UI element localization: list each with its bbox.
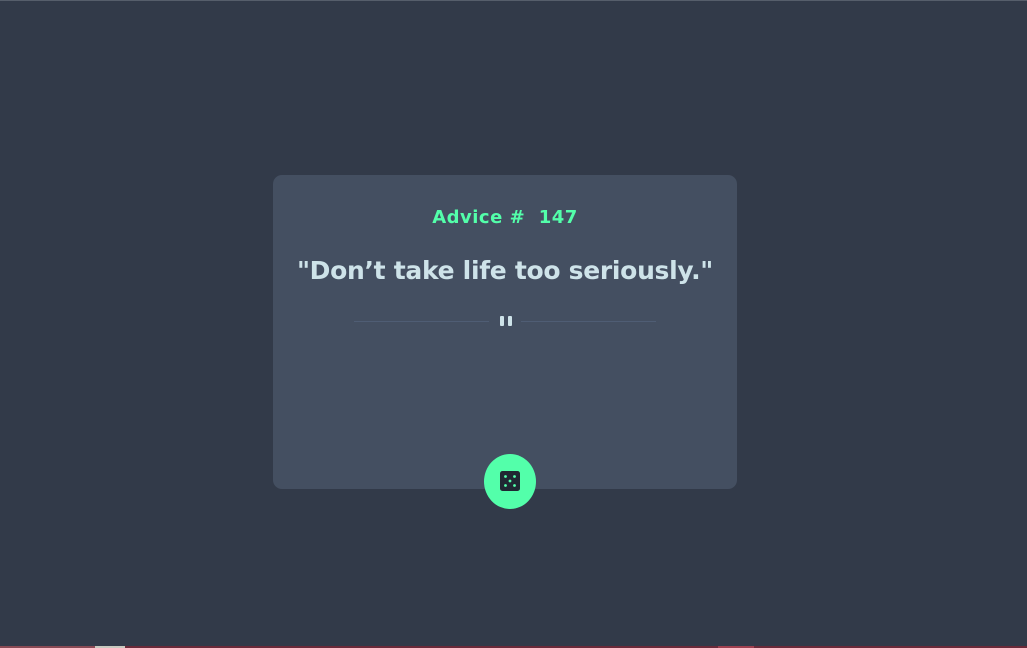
- pattern-divider: [354, 315, 656, 329]
- advice-card: Advice # 147 "Don’t take life too seriou…: [273, 175, 737, 489]
- generate-advice-button[interactable]: [484, 454, 536, 509]
- divider-line-right: [521, 321, 656, 322]
- pause-icon: [499, 316, 513, 327]
- divider-line-left: [354, 321, 489, 322]
- advice-quote: "Don’t take life too seriously.": [296, 256, 714, 285]
- advice-label: Advice #: [432, 207, 526, 228]
- window-top-edge: [0, 0, 1027, 1]
- advice-id: Advice # 147: [273, 207, 737, 228]
- advice-number: 147: [538, 207, 578, 228]
- dice-icon: [500, 471, 520, 491]
- page: Advice # 147 "Don’t take life too seriou…: [0, 0, 1027, 648]
